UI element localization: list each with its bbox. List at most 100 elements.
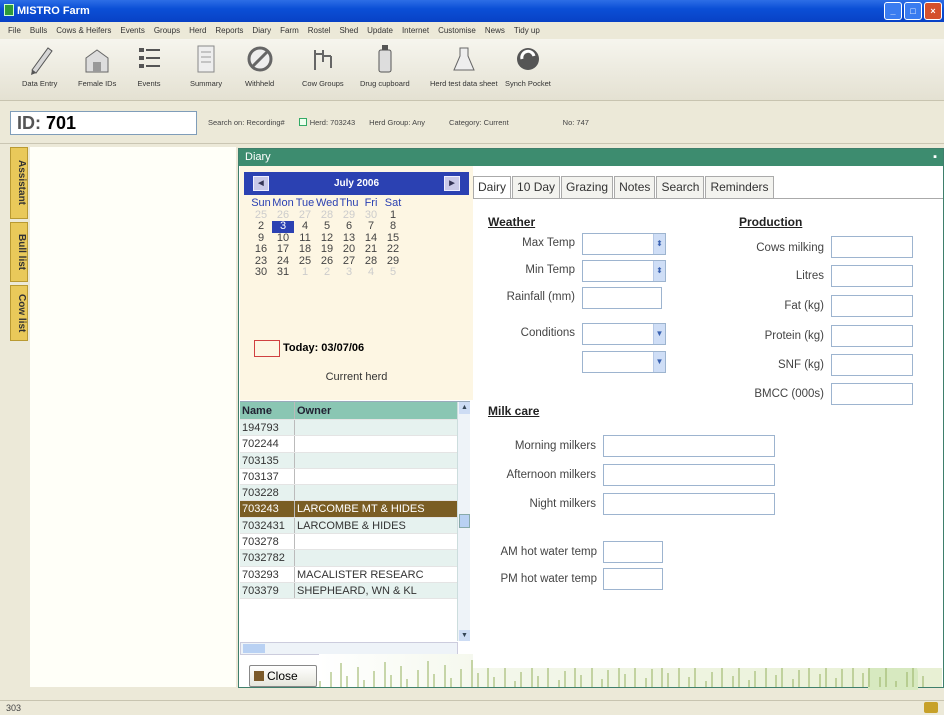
afternoon-milkers-input[interactable] (603, 464, 775, 486)
tab-dairy[interactable]: Dairy (473, 176, 512, 199)
spin-icon[interactable]: ⬍ (653, 261, 665, 281)
menu-item-news[interactable]: News (485, 22, 505, 39)
snf-input[interactable] (831, 354, 913, 376)
maximize-button[interactable]: □ (904, 2, 922, 20)
fat-input[interactable] (831, 295, 913, 317)
scroll-up-icon[interactable]: ▲ (459, 402, 470, 414)
menu-item-bulls[interactable]: Bulls (30, 22, 47, 39)
chevron-down-icon[interactable]: ▼ (653, 352, 665, 372)
calendar-day[interactable]: 19 (316, 243, 338, 256)
scroll-thumb[interactable] (459, 514, 470, 528)
table-row[interactable]: 703228 (240, 485, 470, 502)
herd-checkbox[interactable] (298, 118, 307, 126)
calendar-day[interactable]: 4 (294, 220, 316, 233)
toolbar-synch-pocket-button[interactable]: Synch Pocket (505, 42, 551, 88)
calendar-day[interactable]: 5 (382, 266, 404, 279)
today-indicator[interactable]: Today: 03/07/06 (254, 340, 364, 357)
calendar-day[interactable]: 30 (250, 266, 272, 279)
table-row[interactable]: 7032431 LARCOMBE & HIDES (240, 517, 470, 535)
tab-grazing[interactable]: Grazing (561, 176, 614, 198)
morning-milkers-input[interactable] (603, 435, 775, 457)
calendar-day[interactable]: 3 (338, 266, 360, 279)
herd-table-vscroll[interactable]: ▲ ▼ (457, 402, 470, 641)
calendar-day[interactable]: 4 (360, 266, 382, 279)
tab-search[interactable]: Search (656, 176, 705, 198)
calendar-day[interactable]: 20 (338, 243, 360, 256)
next-month-button[interactable]: ▶ (444, 176, 460, 191)
bmcc-input[interactable] (831, 383, 913, 405)
column-header-owner[interactable]: Owner (295, 402, 457, 419)
table-row[interactable]: 703379 SHEPHEARD, WN & KL (240, 582, 470, 600)
toolbar-herd-test-data-sheet-button[interactable]: Herd test data sheet (430, 42, 498, 88)
cows-milking-input[interactable] (831, 236, 913, 258)
menu-item-customise[interactable]: Customise (438, 22, 476, 39)
spin-icon[interactable]: ⬍ (653, 234, 665, 254)
toolbar-drug-cupboard-button[interactable]: Drug cupboard (360, 42, 410, 88)
rainfall-input[interactable] (582, 287, 662, 309)
scroll-down-icon[interactable]: ▼ (459, 630, 470, 641)
conditions-select-2[interactable]: ▼ (582, 351, 666, 373)
toolbar-female-ids-button[interactable]: Female IDs (78, 42, 116, 88)
protein-input[interactable] (831, 325, 913, 347)
night-milkers-input[interactable] (603, 493, 775, 515)
table-row[interactable]: 703243 LARCOMBE MT & HIDES (240, 501, 470, 518)
table-row[interactable]: 703137 (240, 468, 470, 486)
tab-10-day[interactable]: 10 Day (512, 176, 561, 198)
category-select[interactable]: Category: Current (449, 118, 509, 127)
calendar-day[interactable]: 8 (382, 220, 404, 233)
menu-item-diary[interactable]: Diary (252, 22, 271, 39)
prev-month-button[interactable]: ◀ (253, 176, 269, 191)
menu-item-shed[interactable]: Shed (339, 22, 358, 39)
menu-item-groups[interactable]: Groups (154, 22, 180, 39)
menu-item-rostel[interactable]: Rostel (308, 22, 331, 39)
calendar-day[interactable]: 1 (294, 266, 316, 279)
calendar-day[interactable]: 22 (382, 243, 404, 256)
menu-item-herd[interactable]: Herd (189, 22, 206, 39)
calendar-day[interactable]: 2 (316, 266, 338, 279)
herd-filter[interactable]: Herd: 703243 (298, 118, 355, 127)
conditions-select[interactable]: ▼ (582, 323, 666, 345)
calendar-day[interactable]: 16 (250, 243, 272, 256)
minimize-button[interactable]: _ (884, 2, 902, 20)
tab-reminders[interactable]: Reminders (705, 176, 774, 198)
close-button[interactable]: Close (249, 665, 317, 687)
herd-group-select[interactable]: Herd Group: Any (369, 118, 425, 127)
search-on-select[interactable]: Search on: Recording# (208, 118, 285, 127)
menu-item-update[interactable]: Update (367, 22, 393, 39)
calendar-day[interactable]: 6 (338, 220, 360, 233)
menu-item-file[interactable]: File (8, 22, 21, 39)
calendar-day[interactable]: 18 (294, 243, 316, 256)
menu-item-farm[interactable]: Farm (280, 22, 299, 39)
toolbar-cow-groups-button[interactable]: Cow Groups (302, 42, 344, 88)
toolbar-summary-button[interactable]: Summary (190, 42, 222, 88)
toolbar-events-button[interactable]: Events (135, 42, 163, 88)
toolbar-data-entry-button[interactable]: Data Entry (22, 42, 57, 88)
calendar-day[interactable]: 21 (360, 243, 382, 256)
calendar-day[interactable]: 7 (360, 220, 382, 233)
pm-hot-water-input[interactable] (603, 568, 663, 590)
menu-item-events[interactable]: Events (120, 22, 144, 39)
column-header-name[interactable]: Name (240, 402, 295, 419)
id-input[interactable]: ID: 701 (10, 111, 197, 135)
toolbar-withheld-button[interactable]: Withheld (245, 42, 274, 88)
min-temp-input[interactable]: ⬍ (582, 260, 666, 282)
close-window-button[interactable]: × (924, 2, 942, 20)
table-row[interactable]: 194793 (240, 420, 470, 437)
menu-item-cows-heifers[interactable]: Cows & Heifers (56, 22, 111, 39)
calendar-day[interactable]: 3 (272, 220, 294, 233)
tab-cow-list[interactable]: Cow list (10, 285, 28, 341)
table-row[interactable]: 7032782 (240, 550, 470, 567)
am-hot-water-input[interactable] (603, 541, 663, 563)
calendar-day[interactable]: 2 (250, 220, 272, 233)
table-row[interactable]: 703293 MACALISTER RESEARC (240, 566, 470, 583)
menu-item-reports[interactable]: Reports (215, 22, 243, 39)
table-row[interactable]: 702244 (240, 436, 470, 453)
menu-item-tidy-up[interactable]: Tidy up (514, 22, 540, 39)
table-row[interactable]: 703278 (240, 534, 470, 551)
menu-item-internet[interactable]: Internet (402, 22, 429, 39)
calendar-day[interactable]: 31 (272, 266, 294, 279)
tab-assistant[interactable]: Assistant (10, 147, 28, 219)
calendar-day[interactable]: 17 (272, 243, 294, 256)
chevron-down-icon[interactable]: ▼ (653, 324, 665, 344)
table-row[interactable]: 703135 (240, 452, 470, 469)
